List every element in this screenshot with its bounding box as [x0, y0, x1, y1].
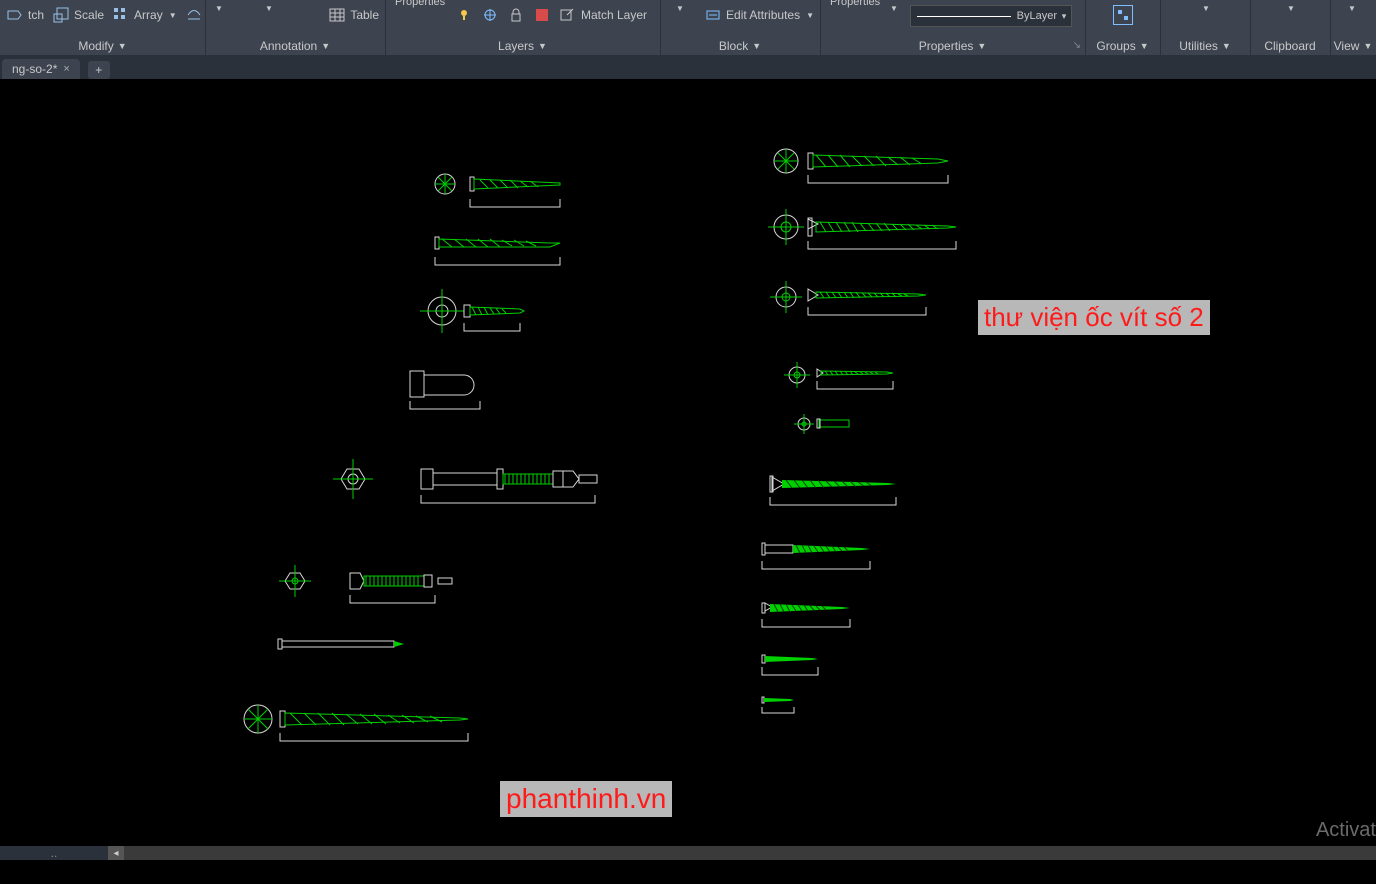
document-tabstrip: ng-so-2* × + [0, 55, 1376, 79]
ribbon: tch Scale Array ▼ Modify▼ [0, 0, 1376, 55]
panel-block: Insert ▼ Edit Attributes▼ Block▼ [660, 0, 821, 55]
measure-dropdown[interactable]: ▼ [1160, 0, 1250, 14]
array-icon [112, 6, 130, 24]
match-properties-dropdown[interactable]: ▼ [888, 0, 898, 14]
screw-block [770, 145, 960, 187]
chevron-down-icon: ▼ [169, 11, 177, 20]
table-button[interactable]: Table [328, 6, 379, 24]
screw-block [240, 701, 480, 746]
panel-utilities: Measure ▼ Utilities▼ [1160, 0, 1251, 55]
layer-properties-button[interactable]: Layer Properties [395, 0, 445, 8]
screw-block [420, 293, 580, 335]
stretch-icon [6, 6, 24, 24]
text-dropdown[interactable]: ▼ [213, 0, 223, 14]
dialog-launcher-icon[interactable]: ↘ [1073, 40, 1081, 51]
panel-title-clipboard: Clipboard [1250, 39, 1330, 53]
screw-block [762, 653, 842, 679]
screw-block [278, 637, 418, 662]
panel-title-properties[interactable]: Properties▼ [820, 39, 1085, 53]
paste-dropdown[interactable]: ▼ [1250, 0, 1330, 14]
layer-lock-icon[interactable] [507, 6, 525, 24]
panel-view: Base ▼ View▼ [1330, 0, 1376, 55]
modify-trim-button[interactable] [185, 6, 203, 24]
panel-title-groups[interactable]: Groups▼ [1085, 39, 1160, 53]
screw-block [795, 415, 875, 441]
drawing-canvas[interactable]: thư viện ốc vít số 2 phanthinh.vn [0, 79, 1376, 860]
screw-block [410, 369, 530, 411]
base-dropdown[interactable]: ▼ [1346, 0, 1356, 14]
trim-icon [185, 6, 203, 24]
panel-title-modify[interactable]: Modify▼ [0, 39, 205, 53]
panel-title-utilities[interactable]: Utilities▼ [1160, 39, 1250, 53]
tab-label: ng-so-2* [12, 62, 57, 76]
edit-attributes-icon [704, 6, 722, 24]
dimension-dropdown[interactable]: ▼ [263, 0, 273, 14]
scroll-left-button[interactable]: ◂ [108, 846, 124, 860]
scale-button[interactable]: Scale [52, 6, 104, 24]
screw-block [762, 695, 812, 715]
document-tab[interactable]: ng-so-2* × [2, 59, 80, 79]
screw-block [335, 461, 615, 506]
panel-annotation: Text Dimension Table ▼ ▼ Annotation▼ [205, 0, 386, 55]
panel-title-annotation[interactable]: Annotation▼ [205, 39, 385, 53]
table-icon [328, 6, 346, 24]
screw-block [762, 541, 892, 573]
new-tab-button[interactable]: + [88, 61, 110, 79]
match-layer-icon [559, 6, 577, 24]
screw-block [280, 567, 480, 607]
group-icon[interactable] [1113, 5, 1133, 25]
screw-block [770, 283, 940, 323]
panel-title-layers[interactable]: Layers▼ [385, 39, 660, 53]
match-layer-button[interactable]: Match Layer [559, 6, 647, 24]
model-tab-area[interactable]: .. [0, 846, 108, 860]
layer-color-icon[interactable] [533, 6, 551, 24]
screw-block [430, 229, 580, 269]
panel-title-view[interactable]: View▼ [1330, 39, 1376, 53]
screw-block [770, 211, 960, 253]
linetype-selector[interactable]: ByLayer ▾ [910, 5, 1072, 27]
array-button[interactable]: Array ▼ [112, 6, 177, 24]
edit-attributes-button[interactable]: Edit Attributes▼ [704, 6, 814, 24]
match-properties-button[interactable]: Match Properties [830, 0, 880, 8]
panel-title-block[interactable]: Block▼ [660, 39, 820, 53]
stretch-button[interactable]: tch [6, 6, 44, 24]
chevron-down-icon: ▾ [1057, 11, 1071, 22]
panel-layers: Layer Properties Match Layer Layers▼ [385, 0, 661, 55]
panel-clipboard: Paste ▼ Clipboard [1250, 0, 1331, 55]
screw-block [762, 601, 872, 631]
panel-modify: tch Scale Array ▼ Modify▼ [0, 0, 206, 55]
horizontal-scrollbar[interactable]: ◂ [108, 846, 1376, 860]
activate-windows-text: Activat [1316, 819, 1376, 842]
screw-block [770, 475, 920, 511]
layer-freeze-icon[interactable] [481, 6, 499, 24]
layer-on-icon[interactable] [455, 6, 473, 24]
panel-properties: Match Properties ▼ ByLayer ▾ Properties▼… [820, 0, 1086, 55]
annotation-title: thư viện ốc vít số 2 [978, 300, 1210, 335]
panel-groups: Group Groups▼ [1085, 0, 1161, 55]
annotation-watermark: phanthinh.vn [500, 781, 672, 817]
scale-icon [52, 6, 70, 24]
tab-close-icon[interactable]: × [63, 63, 69, 75]
screw-block [785, 363, 915, 395]
screw-block [430, 169, 580, 209]
